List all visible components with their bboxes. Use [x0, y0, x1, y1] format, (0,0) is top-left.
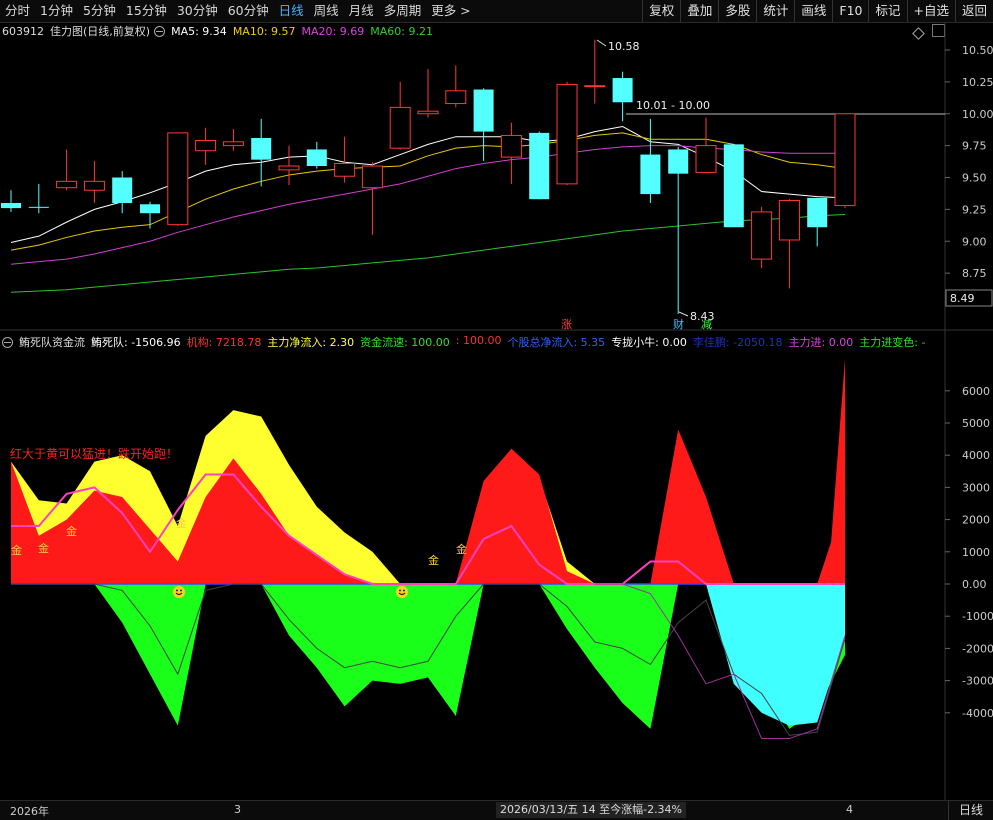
gold-label-0: 金 — [11, 543, 22, 557]
price-tick-6: 9.00 — [962, 235, 987, 248]
ma5-line — [10, 125, 846, 244]
candle-body-18 — [500, 134, 522, 158]
flow-tick-0: 6000 — [962, 385, 990, 398]
price-tick-1: 10.25 — [962, 76, 993, 89]
candle-body-17 — [473, 89, 494, 132]
smiley-eye-l-0 — [176, 589, 178, 592]
candle-body-5 — [140, 204, 160, 214]
price-tick-3: 9.75 — [962, 140, 987, 153]
candle-body-29 — [807, 197, 828, 228]
candle-body-24 — [668, 149, 689, 174]
month-3-label: 3 — [234, 803, 241, 816]
gold-label-5: 金 — [456, 542, 467, 556]
gold-label-1: 金 — [38, 541, 49, 555]
candle-body-30 — [834, 113, 856, 207]
candle-body-10 — [278, 165, 300, 171]
candle-body-19 — [529, 132, 550, 200]
candle-body-1 — [28, 206, 49, 208]
flow-tick-9: -3000 — [962, 675, 993, 688]
high-price-label: 10.58 — [608, 40, 640, 53]
flow-tick-8: -2000 — [962, 642, 993, 655]
gold-label-2: 金 — [66, 524, 77, 538]
candle-body-23 — [640, 154, 661, 195]
flow-tick-4: 2000 — [962, 514, 990, 527]
flow-red-spike — [817, 358, 845, 584]
year-label: 2026年 — [10, 805, 49, 818]
current-price-tag: 8.49 — [950, 292, 975, 305]
flow-tick-7: -1000 — [962, 610, 993, 623]
flow-tick-5: 1000 — [962, 546, 990, 559]
candle-body-20 — [556, 83, 578, 185]
month-4-label: 4 — [846, 803, 853, 816]
candle-body-3 — [83, 180, 105, 191]
candle-body-13 — [361, 165, 383, 189]
price-tick-2: 10.00 — [962, 108, 993, 121]
candle-body-14 — [389, 106, 411, 149]
price-tick-0: 10.50 — [962, 44, 993, 57]
price-tick-4: 9.50 — [962, 172, 987, 185]
smiley-eye-r-1 — [403, 589, 405, 592]
candle-body-11 — [306, 149, 327, 167]
candle-body-15 — [417, 110, 439, 115]
candle-body-4 — [112, 177, 133, 203]
flow-tick-3: 3000 — [962, 481, 990, 494]
event-marker-0: 涨 — [561, 318, 572, 331]
flow-tick-1: 5000 — [962, 417, 990, 430]
candle-body-8 — [222, 141, 244, 147]
candle-body-12 — [334, 162, 356, 177]
event-marker-1: 财 — [673, 317, 684, 331]
price-tick-5: 9.25 — [962, 203, 987, 216]
flow-tick-10: -4000 — [962, 707, 993, 720]
time-axis-bar: 2026年 3 2026/03/13/五 14 至今涨幅-2.34% 4 日线 — [0, 800, 993, 820]
candle-body-22 — [612, 78, 633, 103]
ma20-line — [10, 145, 845, 265]
gold-label-4: 金 — [428, 553, 439, 567]
candle-body-16 — [445, 90, 467, 105]
smiley-eye-r-0 — [180, 589, 182, 592]
period-indicator[interactable]: 日线 — [948, 801, 993, 820]
banner-text: 红大于黄可以猛进！跌开始跑！ — [10, 446, 178, 461]
smiley-eye-l-1 — [399, 589, 401, 592]
candle-body-9 — [251, 137, 272, 160]
high-pointer — [596, 39, 607, 47]
low-pointer — [678, 311, 689, 317]
event-marker-2: 减 — [701, 318, 712, 331]
candle-body-28 — [778, 199, 800, 241]
candle-body-21 — [584, 85, 606, 88]
candle-body-25 — [695, 145, 717, 173]
price-line-label: 10.01 - 10.00 — [636, 99, 710, 112]
candle-body-7 — [195, 140, 217, 152]
candle-body-26 — [723, 144, 744, 228]
candle-body-27 — [751, 211, 773, 260]
flow-tick-6: 0.00 — [962, 578, 987, 591]
flow-tick-2: 4000 — [962, 449, 990, 462]
candle-body-6 — [167, 132, 189, 226]
smiley-icon-1 — [396, 586, 408, 598]
smiley-icon-0 — [173, 586, 185, 598]
stock-chart-canvas[interactable]: 10.50 10.25 10.00 9.75 9.50 9.25 9.00 8.75 8.49 1… — [0, 0, 993, 819]
price-tick-7: 8.75 — [962, 267, 987, 280]
candle-body-0 — [1, 203, 21, 209]
ma10-line — [10, 132, 846, 251]
gold-label-3: 金 — [176, 516, 187, 530]
cursor-date-info: 2026/03/13/五 14 至今涨幅-2.34% — [496, 802, 687, 818]
candle-body-2 — [56, 180, 78, 189]
